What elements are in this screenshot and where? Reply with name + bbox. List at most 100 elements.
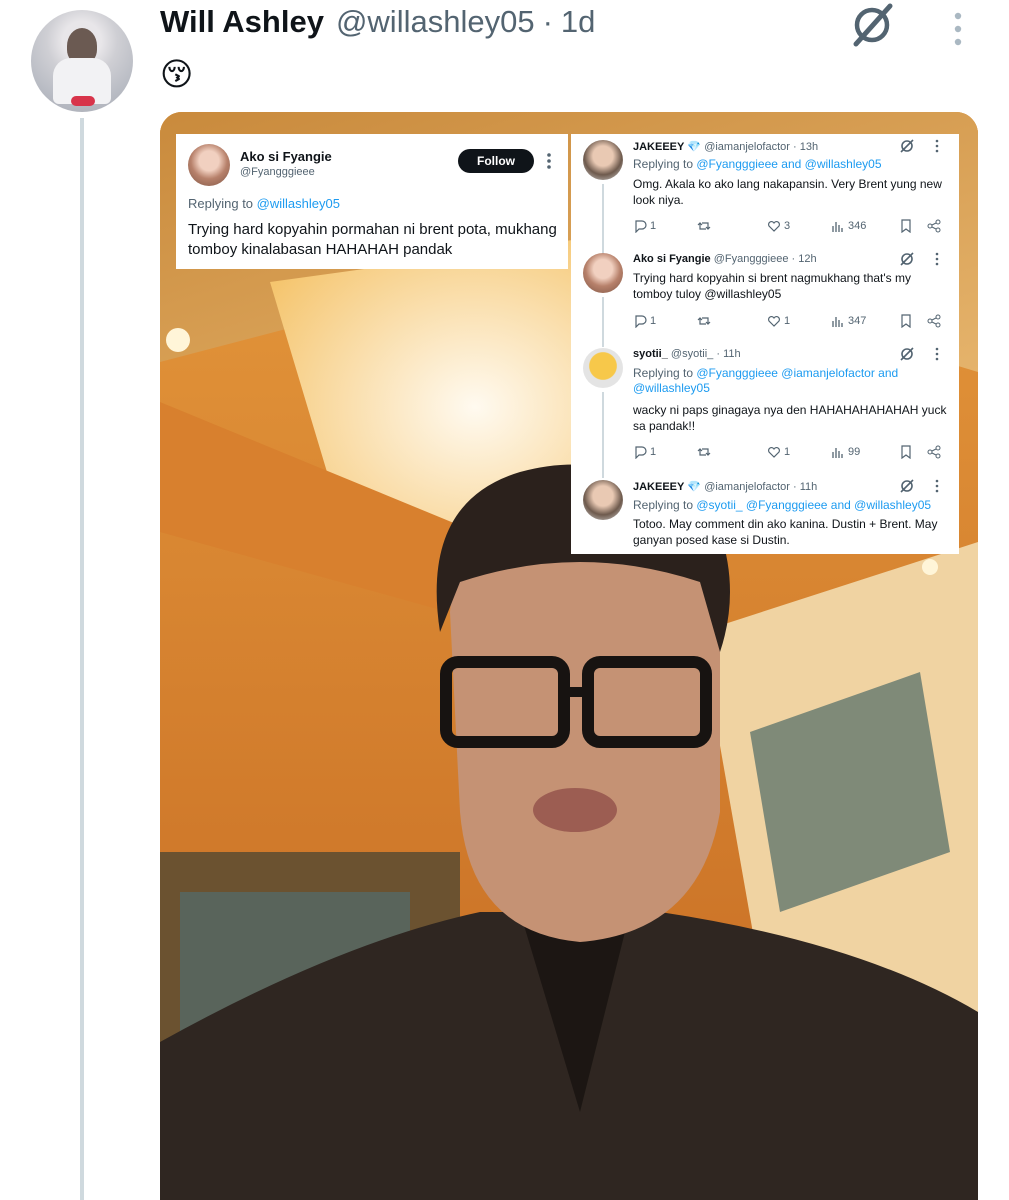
share-icon — [927, 445, 941, 459]
embedded-reply: syotii_ @syotii_ · 11h Replying to @Fyan… — [571, 344, 959, 478]
bookmark-action — [899, 313, 913, 329]
bookmark-icon — [901, 314, 911, 328]
embedded-author-name: Ako si Fyangie — [240, 149, 332, 164]
retweet-action — [697, 218, 711, 234]
embedded-reply: JAKEEEY 💎 @iamanjelofactor · 13h Replyin… — [571, 134, 959, 254]
reply-connector-line — [602, 297, 604, 347]
views-count: 347 — [848, 315, 867, 327]
more-vertical-icon — [935, 479, 939, 493]
embedded-author-avatar — [188, 144, 230, 186]
reply-time: · 12h — [791, 253, 817, 265]
grok-icon — [900, 252, 914, 266]
more-vertical-icon — [935, 252, 939, 266]
replying-prefix: Replying to — [188, 196, 257, 211]
more-vertical-icon[interactable] — [948, 12, 968, 46]
reply-actions: 1 1 347 — [633, 313, 945, 329]
mention-link: @Fyangggieee and @willashley05 — [696, 157, 882, 171]
grok-icon — [900, 347, 914, 361]
share-action — [927, 218, 941, 234]
reply-avatar — [583, 480, 623, 520]
mention-link: @willashley05 — [256, 196, 340, 211]
reply-time: · 11h — [716, 348, 741, 360]
reply-meta: JAKEEEY 💎 @iamanjelofactor · 13h — [633, 140, 818, 153]
reply-avatar — [583, 140, 623, 180]
reply-handle: @iamanjelofactor — [704, 481, 790, 493]
views-action: 346 — [831, 218, 866, 234]
tweet-time[interactable]: 1d — [561, 4, 595, 40]
bookmark-action — [899, 218, 913, 234]
replying-prefix: Replying to — [633, 157, 697, 171]
reply-handle: @Fyangggieee — [713, 253, 789, 265]
tweet-text-emoji: 😚 — [160, 55, 194, 93]
views-icon — [832, 222, 843, 232]
embedded-tweet-card: Ako si Fyangie @Fyangggieee Follow Reply… — [176, 134, 568, 269]
reply-replying-to: Replying to @Fyangggieee and @willashley… — [633, 157, 951, 172]
avatar-figure-shoe — [71, 96, 95, 106]
verified-badge-icon: 💎 — [687, 481, 702, 493]
thread-line — [80, 118, 84, 1200]
like-action: 1 — [767, 444, 790, 460]
tweet-header: Will Ashley @willashley05 · 1d — [160, 4, 595, 48]
share-action — [927, 313, 941, 329]
reply-meta: syotii_ @syotii_ · 11h — [633, 348, 741, 360]
reply-text: Trying hard kopyahin si brent nagmukhang… — [633, 271, 911, 301]
author-handle[interactable]: @willashley05 — [336, 4, 535, 40]
reply-action: 1 — [633, 444, 656, 460]
reply-count: 1 — [650, 315, 657, 327]
retweet-icon — [697, 448, 711, 456]
views-action: 99 — [831, 444, 860, 460]
views-count: 99 — [848, 446, 861, 458]
reply-time: · 11h — [793, 481, 818, 493]
retweet-action — [697, 444, 711, 460]
embedded-tweet-text: Trying hard kopyahin pormahan ni brent p… — [188, 221, 557, 258]
grok-icon[interactable] — [848, 2, 896, 48]
reply-author-name: syotii_ — [633, 348, 668, 360]
reply-meta: JAKEEEY 💎 @iamanjelofactor · 11h — [633, 480, 817, 493]
grok-icon — [900, 139, 914, 153]
reply-text: wacky ni paps ginagaya nya den HAHAHAHAH… — [633, 403, 947, 433]
reply-action: 1 — [633, 313, 656, 329]
like-action: 3 — [767, 218, 790, 234]
more-vertical-icon — [935, 139, 939, 153]
share-icon — [927, 219, 941, 233]
reply-replying-to: Replying to @Fyangggieee @iamanjelofacto… — [633, 366, 951, 396]
views-icon — [832, 448, 843, 458]
retweet-action — [697, 313, 711, 329]
embedded-reply: JAKEEEY 💎 @iamanjelofactor · 11h Replyin… — [571, 474, 959, 554]
share-action — [927, 444, 941, 460]
embedded-reply: Ako si Fyangie @Fyangggieee · 12h Trying… — [571, 249, 959, 347]
reply-handle: @syotii_ — [670, 348, 714, 360]
views-count: 346 — [848, 220, 867, 232]
reply-text: Totoo. May comment din ako kanina. Dusti… — [633, 517, 938, 547]
author-name[interactable]: Will Ashley — [160, 4, 324, 40]
reply-replying-to: Replying to @syotii_ @Fyangggieee and @w… — [633, 498, 951, 513]
more-vertical-icon — [935, 347, 939, 361]
reply-count: 1 — [650, 446, 657, 458]
reply-meta: Ako si Fyangie @Fyangggieee · 12h — [633, 253, 817, 265]
mention-link: @syotii_ @Fyangggieee and @willashley05 — [696, 498, 932, 512]
bookmark-icon — [901, 219, 911, 233]
reply-count: 1 — [650, 220, 657, 232]
reply-text: Omg. Akala ko ako lang nakapansin. Very … — [633, 177, 942, 207]
author-avatar[interactable] — [31, 10, 133, 112]
share-icon — [927, 314, 941, 328]
like-count: 1 — [784, 446, 791, 458]
grok-icon — [900, 479, 914, 493]
reply-avatar — [583, 348, 623, 388]
embedded-replies-card: JAKEEEY 💎 @iamanjelofactor · 13h Replyin… — [571, 134, 959, 554]
reply-author-name: Ako si Fyangie — [633, 253, 711, 265]
views-icon — [832, 317, 843, 327]
heart-icon — [768, 447, 780, 458]
replying-prefix: Replying to — [633, 498, 697, 512]
reply-author-name: JAKEEEY — [633, 481, 685, 493]
retweet-icon — [697, 317, 711, 325]
like-action: 1 — [767, 313, 790, 329]
more-vertical-icon — [547, 153, 551, 169]
reply-actions: 1 3 346 — [633, 218, 945, 234]
like-count: 3 — [784, 220, 791, 232]
reply-author-name: JAKEEEY — [633, 141, 685, 153]
separator-dot: · — [542, 4, 553, 39]
reply-icon — [635, 220, 647, 233]
reply-time: · 13h — [793, 141, 819, 153]
heart-icon — [768, 316, 780, 327]
